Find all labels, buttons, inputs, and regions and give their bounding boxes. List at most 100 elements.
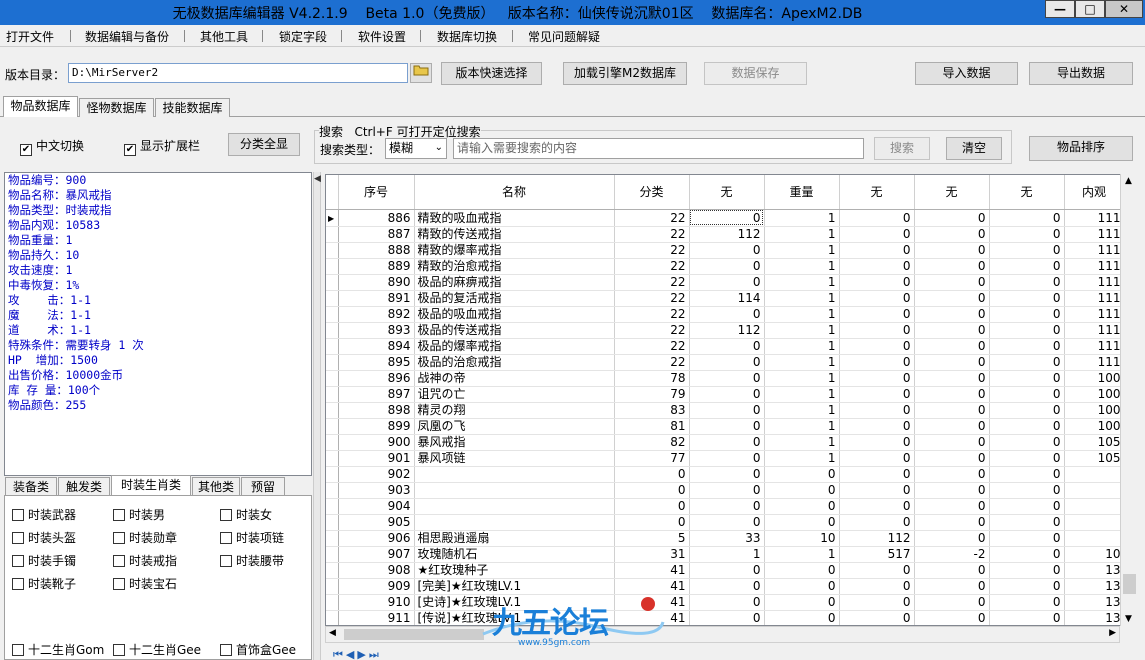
close-button[interactable]: ✕ [1105, 0, 1143, 18]
table-cell[interactable]: 1 [764, 322, 840, 339]
table-row[interactable]: 906 相思殿逍遥扇 5 33 10 112 0 0 [326, 530, 1125, 547]
row-indicator[interactable] [326, 482, 339, 499]
table-cell[interactable]: 0 [764, 482, 840, 499]
table-row[interactable]: 891 极品的复活戒指 22 114 1 0 0 0 111 [326, 290, 1125, 307]
table-row[interactable]: 901 暴风项链 77 0 1 0 0 0 105 [326, 450, 1125, 467]
table-cell[interactable]: 精致的治愈戒指 [414, 258, 615, 275]
table-cell[interactable]: 0 [914, 418, 990, 435]
table-cell[interactable]: 13 [1064, 594, 1125, 611]
row-indicator[interactable] [326, 498, 339, 515]
table-cell[interactable]: 22 [614, 209, 690, 227]
fashion-checkbox[interactable]: 时装宝石 [113, 575, 177, 592]
table-cell[interactable]: 0 [914, 258, 990, 275]
table-cell[interactable]: 77 [614, 450, 690, 467]
table-cell[interactable]: 904 [338, 498, 415, 515]
grid-vertical-scrollbar[interactable]: ▲ ▼ [1120, 174, 1138, 626]
table-cell[interactable]: 1 [764, 370, 840, 387]
zodiac-checkbox[interactable]: 首饰盒Gee [220, 641, 296, 658]
menu-lock-fields[interactable]: 锁定字段 [279, 28, 327, 45]
table-cell[interactable]: 诅咒の亡 [414, 386, 615, 403]
scroll-up-icon[interactable]: ▲ [1125, 176, 1132, 186]
table-cell[interactable]: 0 [914, 274, 990, 291]
row-indicator[interactable] [326, 562, 339, 579]
table-cell[interactable]: 111 [1064, 322, 1125, 339]
table-cell[interactable]: 0 [914, 466, 990, 483]
table-cell[interactable] [414, 466, 615, 483]
nav-next-icon[interactable]: ▶ [357, 650, 368, 660]
table-cell[interactable]: 0 [839, 418, 915, 435]
scroll-down-icon[interactable]: ▼ [1125, 614, 1132, 624]
table-cell[interactable]: 0 [989, 322, 1065, 339]
table-cell[interactable]: 22 [614, 274, 690, 291]
scroll-right-icon[interactable]: ▶ [1109, 628, 1116, 638]
record-navigator[interactable]: ⏮◀▶⏭ [333, 650, 453, 660]
row-indicator[interactable] [326, 354, 339, 371]
table-cell[interactable]: 0 [989, 514, 1065, 531]
table-cell[interactable]: 0 [914, 450, 990, 467]
row-indicator[interactable] [326, 466, 339, 483]
scroll-left-icon[interactable]: ◀ [329, 628, 336, 638]
column-header[interactable]: 序号 [338, 175, 415, 210]
table-cell[interactable]: 10 [1064, 546, 1125, 563]
table-cell[interactable]: 0 [989, 482, 1065, 499]
table-row[interactable]: 899 凤凰の飞 81 0 1 0 0 0 100 [326, 418, 1125, 435]
table-cell[interactable]: 22 [614, 226, 690, 243]
row-indicator[interactable] [326, 434, 339, 451]
table-row[interactable]: 909 [完美]★红玫瑰LV.1 41 0 0 0 0 0 13 [326, 578, 1125, 595]
table-cell[interactable]: 79 [614, 386, 690, 403]
menu-data-edit[interactable]: 数据编辑与备份 [85, 28, 169, 45]
table-cell[interactable]: 0 [914, 370, 990, 387]
row-indicator[interactable] [326, 226, 339, 243]
table-cell[interactable]: 0 [914, 610, 990, 625]
table-cell[interactable]: 0 [914, 386, 990, 403]
table-cell[interactable]: 0 [614, 482, 690, 499]
table-cell[interactable]: 0 [839, 354, 915, 371]
table-cell[interactable]: 0 [839, 274, 915, 291]
table-cell[interactable]: 100 [1064, 386, 1125, 403]
subtab-other[interactable]: 其他类 [192, 477, 240, 496]
table-cell[interactable]: 83 [614, 402, 690, 419]
table-cell[interactable]: 894 [338, 338, 415, 355]
table-row[interactable]: 893 极品的传送戒指 22 112 1 0 0 0 111 [326, 322, 1125, 339]
table-row[interactable]: 904 0 0 0 0 0 0 [326, 498, 1125, 515]
table-cell[interactable]: 0 [914, 354, 990, 371]
table-cell[interactable]: 112 [689, 322, 765, 339]
table-cell[interactable]: 0 [914, 578, 990, 595]
maximize-button[interactable]: □ [1075, 0, 1105, 18]
tab-skills[interactable]: 技能数据库 [155, 98, 230, 117]
table-cell[interactable]: 0 [689, 209, 765, 227]
table-cell[interactable]: 82 [614, 434, 690, 451]
table-cell[interactable]: 900 [338, 434, 415, 451]
table-cell[interactable]: 886 [338, 209, 415, 227]
table-cell[interactable]: 暴风戒指 [414, 434, 615, 451]
menu-settings[interactable]: 软件设置 [358, 28, 406, 45]
table-cell[interactable]: 0 [989, 434, 1065, 451]
table-cell[interactable]: 13 [1064, 562, 1125, 579]
table-cell[interactable]: 0 [989, 242, 1065, 259]
row-indicator[interactable] [326, 450, 339, 467]
table-cell[interactable]: 896 [338, 370, 415, 387]
table-cell[interactable]: 0 [839, 338, 915, 355]
fashion-checkbox[interactable]: 时装项链 [220, 529, 284, 546]
table-row[interactable]: 902 0 0 0 0 0 0 [326, 466, 1125, 483]
table-row[interactable]: 894 极品的爆率戒指 22 0 1 0 0 0 111 [326, 338, 1125, 355]
column-header[interactable]: 无 [689, 175, 765, 210]
table-cell[interactable] [414, 482, 615, 499]
table-cell[interactable]: 0 [839, 258, 915, 275]
table-row[interactable]: 887 精致的传送戒指 22 112 1 0 0 0 111 [326, 226, 1125, 243]
table-cell[interactable]: 41 [614, 562, 690, 579]
table-cell[interactable]: 111 [1064, 226, 1125, 243]
table-cell[interactable]: 0 [914, 290, 990, 307]
row-indicator[interactable] [326, 322, 339, 339]
table-row[interactable]: 897 诅咒の亡 79 0 1 0 0 0 100 [326, 386, 1125, 403]
table-cell[interactable]: 111 [1064, 274, 1125, 291]
table-cell[interactable]: 22 [614, 306, 690, 323]
fashion-checkbox[interactable]: 时装头盔 [12, 529, 76, 546]
table-cell[interactable]: 0 [689, 258, 765, 275]
table-cell[interactable]: 0 [989, 209, 1065, 227]
table-cell[interactable]: 0 [614, 498, 690, 515]
table-cell[interactable]: 0 [914, 402, 990, 419]
table-cell[interactable]: 0 [839, 466, 915, 483]
table-cell[interactable]: 111 [1064, 242, 1125, 259]
quick-select-button[interactable]: 版本快速选择 [441, 62, 542, 85]
